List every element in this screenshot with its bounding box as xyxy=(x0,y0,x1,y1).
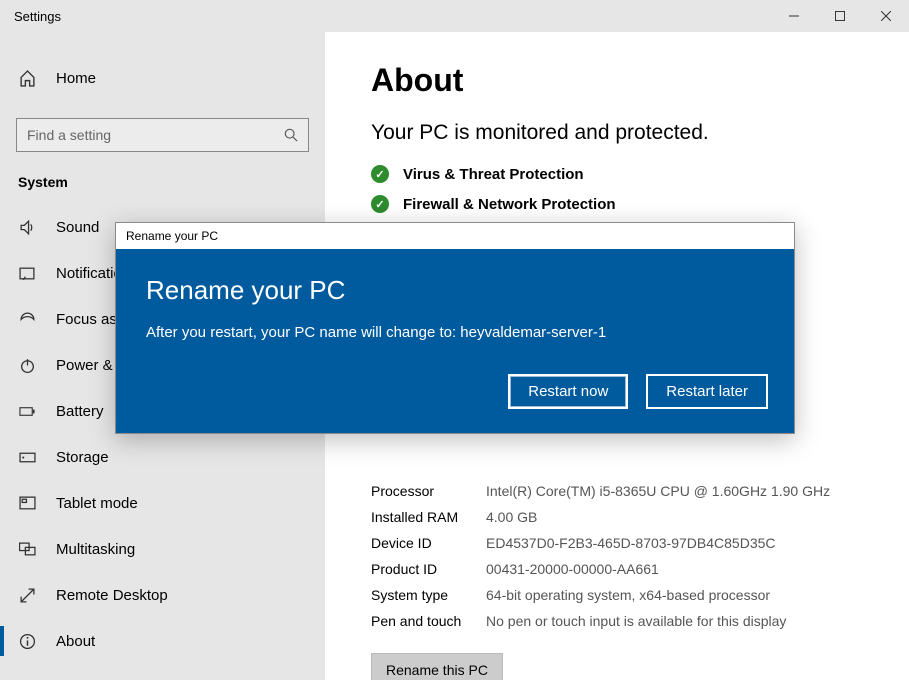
search-input[interactable] xyxy=(27,127,284,143)
dialog-header: Rename your PC xyxy=(116,223,794,249)
spec-row: Pen and touchNo pen or touch input is av… xyxy=(371,613,879,629)
sidebar-item-multitasking[interactable]: Multitasking xyxy=(0,526,325,572)
spec-value: ED4537D0-F2B3-465D-8703-97DB4C85D35C xyxy=(486,535,776,551)
spec-label: Pen and touch xyxy=(371,613,486,629)
sidebar-item-storage[interactable]: Storage xyxy=(0,434,325,480)
home-icon xyxy=(18,70,36,87)
sidebar-section-label: System xyxy=(0,166,325,204)
minimize-button[interactable] xyxy=(771,0,817,32)
sidebar-item-label: Multitasking xyxy=(56,541,135,558)
sidebar-item-label: Sound xyxy=(56,219,99,236)
close-button[interactable] xyxy=(863,0,909,32)
dialog-message: After you restart, your PC name will cha… xyxy=(146,324,764,341)
protection-item-label: Virus & Threat Protection xyxy=(403,166,584,183)
battery-icon xyxy=(18,403,36,420)
check-icon: ✓ xyxy=(371,195,389,213)
storage-icon xyxy=(18,449,36,466)
restart-now-button[interactable]: Restart now xyxy=(508,374,628,409)
dialog-title: Rename your PC xyxy=(146,275,764,306)
sidebar-item-remote-desktop[interactable]: Remote Desktop xyxy=(0,572,325,618)
spec-row: ProcessorIntel(R) Core(TM) i5-8365U CPU … xyxy=(371,483,879,499)
tablet-icon xyxy=(18,495,36,512)
spec-row: Product ID00431-20000-00000-AA661 xyxy=(371,561,879,577)
rename-pc-button[interactable]: Rename this PC xyxy=(371,653,503,680)
spec-value: 64-bit operating system, x64-based proce… xyxy=(486,587,770,603)
sound-icon xyxy=(18,219,36,236)
sidebar-item-label: Remote Desktop xyxy=(56,587,168,604)
spec-row: Installed RAM4.00 GB xyxy=(371,509,879,525)
sidebar-home[interactable]: Home xyxy=(0,56,325,100)
restart-later-button[interactable]: Restart later xyxy=(646,374,768,409)
sidebar-item-label: Storage xyxy=(56,449,109,466)
sidebar-item-tablet-mode[interactable]: Tablet mode xyxy=(0,480,325,526)
window-title: Settings xyxy=(14,9,61,24)
spec-value: 4.00 GB xyxy=(486,509,537,525)
spec-label: System type xyxy=(371,587,486,603)
search-icon xyxy=(284,128,298,142)
spec-label: Device ID xyxy=(371,535,486,551)
titlebar: Settings xyxy=(0,0,909,32)
sidebar-item-label: Battery xyxy=(56,403,104,420)
power-icon xyxy=(18,357,36,374)
spec-value: No pen or touch input is available for t… xyxy=(486,613,786,629)
sidebar-item-about[interactable]: About xyxy=(0,618,325,664)
maximize-button[interactable] xyxy=(817,0,863,32)
spec-value: 00431-20000-00000-AA661 xyxy=(486,561,659,577)
check-icon: ✓ xyxy=(371,165,389,183)
rename-pc-dialog: Rename your PC Rename your PC After you … xyxy=(115,222,795,434)
spec-label: Processor xyxy=(371,483,486,499)
focus-icon xyxy=(18,311,36,328)
notification-icon xyxy=(18,265,36,282)
protection-item: ✓ Firewall & Network Protection xyxy=(371,195,879,213)
sidebar-item-label: About xyxy=(56,633,95,650)
protection-item: ✓ Virus & Threat Protection xyxy=(371,165,879,183)
remote-icon xyxy=(18,587,36,604)
protection-item-label: Firewall & Network Protection xyxy=(403,196,616,213)
spec-value: Intel(R) Core(TM) i5-8365U CPU @ 1.60GHz… xyxy=(486,483,830,499)
spec-label: Product ID xyxy=(371,561,486,577)
spec-label: Installed RAM xyxy=(371,509,486,525)
spec-row: Device IDED4537D0-F2B3-465D-8703-97DB4C8… xyxy=(371,535,879,551)
protection-headline: Your PC is monitored and protected. xyxy=(371,121,879,145)
device-specs: ProcessorIntel(R) Core(TM) i5-8365U CPU … xyxy=(371,483,879,629)
sidebar-item-label: Tablet mode xyxy=(56,495,138,512)
search-box[interactable] xyxy=(16,118,309,152)
sidebar-home-label: Home xyxy=(56,70,96,87)
page-title: About xyxy=(371,62,879,99)
spec-row: System type64-bit operating system, x64-… xyxy=(371,587,879,603)
about-icon xyxy=(18,633,36,650)
multitasking-icon xyxy=(18,541,36,558)
window-controls xyxy=(771,0,909,32)
